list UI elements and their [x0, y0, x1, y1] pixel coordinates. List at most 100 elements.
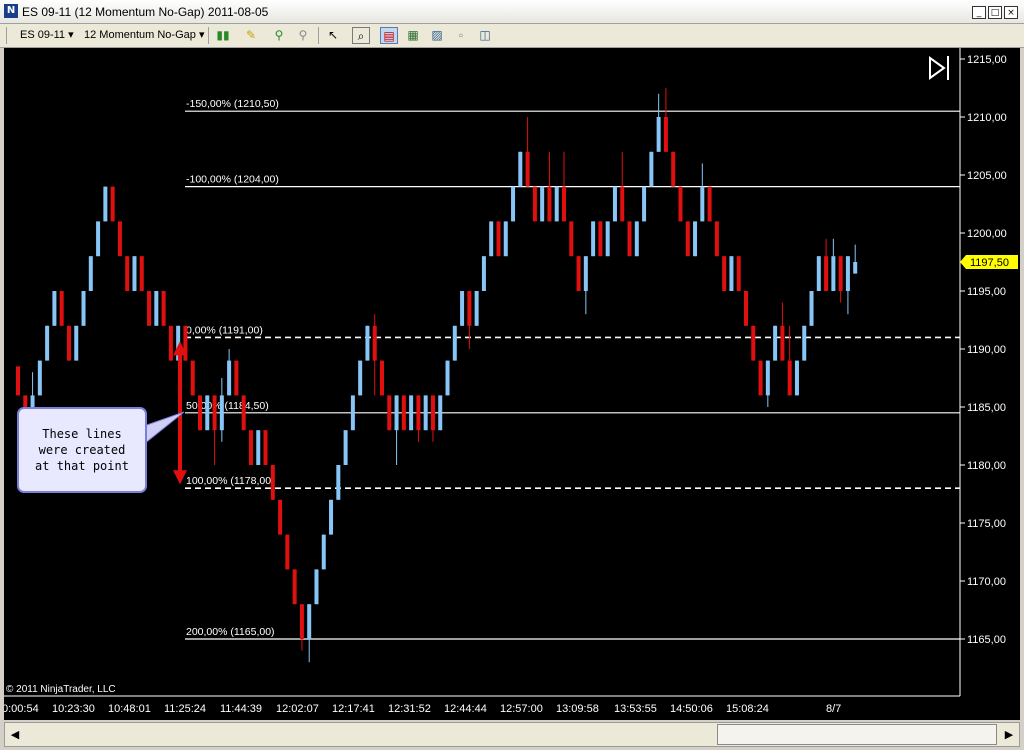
- candle[interactable]: [685, 221, 690, 257]
- candle[interactable]: [292, 569, 297, 605]
- candle[interactable]: [511, 186, 516, 222]
- candle[interactable]: [285, 534, 290, 570]
- candle[interactable]: [358, 360, 363, 396]
- horizontal-scrollbar[interactable]: ◀ ▶: [4, 722, 1020, 747]
- candle[interactable]: [824, 238, 829, 291]
- title-bar[interactable]: N ES 09-11 (12 Momentum No-Gap) 2011-08-…: [0, 0, 1024, 24]
- candle[interactable]: [198, 395, 202, 431]
- candle[interactable]: [234, 360, 239, 396]
- candle[interactable]: [802, 325, 807, 361]
- candle[interactable]: [751, 325, 756, 361]
- candle[interactable]: [212, 395, 217, 465]
- candle[interactable]: [714, 221, 719, 257]
- candle[interactable]: [45, 325, 50, 361]
- candle[interactable]: [853, 244, 858, 274]
- candle[interactable]: [307, 604, 312, 663]
- candle[interactable]: [656, 93, 661, 152]
- candle[interactable]: [365, 325, 370, 361]
- scroll-left-icon[interactable]: ◀: [5, 723, 25, 746]
- scrollbar-thumb[interactable]: [717, 724, 997, 745]
- candle[interactable]: [627, 221, 632, 257]
- candle[interactable]: [52, 291, 57, 326]
- candle[interactable]: [729, 256, 734, 291]
- candle[interactable]: [219, 378, 224, 442]
- candle[interactable]: [343, 430, 348, 465]
- candle[interactable]: [554, 186, 559, 222]
- candle[interactable]: [430, 395, 435, 442]
- candle[interactable]: [438, 395, 443, 431]
- candle[interactable]: [591, 221, 596, 257]
- candle[interactable]: [547, 151, 552, 222]
- candle[interactable]: [147, 291, 152, 326]
- candle[interactable]: [125, 256, 130, 291]
- candle[interactable]: [445, 360, 450, 396]
- candle[interactable]: [481, 256, 486, 291]
- chart-properties-icon[interactable]: ▨: [428, 27, 446, 44]
- candle[interactable]: [845, 256, 850, 315]
- layout-icon[interactable]: ◫: [476, 27, 494, 44]
- candle[interactable]: [816, 256, 821, 291]
- candle[interactable]: [649, 151, 654, 187]
- candle[interactable]: [562, 151, 566, 222]
- candle[interactable]: [758, 360, 763, 396]
- candle[interactable]: [350, 395, 355, 431]
- minimize-button[interactable]: _: [972, 6, 986, 19]
- candle[interactable]: [168, 325, 173, 361]
- pencil-icon[interactable]: ✎: [242, 27, 260, 44]
- candle[interactable]: [227, 349, 232, 396]
- candle[interactable]: [773, 325, 778, 361]
- candle[interactable]: [620, 151, 625, 222]
- candle[interactable]: [154, 291, 159, 326]
- candle[interactable]: [678, 186, 683, 222]
- candle[interactable]: [96, 221, 101, 257]
- candle[interactable]: [263, 430, 268, 465]
- candle[interactable]: [467, 291, 472, 349]
- candle[interactable]: [518, 151, 523, 187]
- candle[interactable]: [423, 395, 428, 431]
- candle[interactable]: [66, 325, 71, 361]
- candle[interactable]: [372, 314, 377, 396]
- app-icon[interactable]: N: [4, 4, 18, 18]
- candle[interactable]: [634, 221, 639, 257]
- interval-selector[interactable]: 12 Momentum No-Gap ▾: [84, 28, 204, 41]
- candle[interactable]: [642, 186, 647, 222]
- candle[interactable]: [765, 360, 770, 407]
- candle[interactable]: [336, 465, 341, 500]
- candle[interactable]: [722, 256, 727, 291]
- maximize-button[interactable]: □: [988, 6, 1002, 19]
- candle[interactable]: [110, 186, 115, 222]
- candle[interactable]: [532, 186, 537, 222]
- candle[interactable]: [794, 360, 799, 396]
- bar-style-icon[interactable]: ▮▮: [214, 27, 232, 44]
- candle[interactable]: [780, 302, 785, 361]
- candle[interactable]: [503, 221, 508, 257]
- candle[interactable]: [736, 256, 741, 291]
- add-indicator-icon[interactable]: ⚲: [270, 27, 288, 44]
- candle[interactable]: [103, 186, 108, 222]
- price-axis[interactable]: [960, 48, 1020, 696]
- price-chart[interactable]: -150,00% (1210,50) -100,00% (1204,00) 0,00…: [4, 48, 1020, 720]
- candle[interactable]: [569, 221, 574, 257]
- candle[interactable]: [598, 221, 603, 257]
- candle[interactable]: [16, 366, 20, 396]
- instrument-selector[interactable]: ES 09-11 ▾: [20, 28, 74, 41]
- candle[interactable]: [117, 221, 122, 257]
- candle[interactable]: [241, 395, 246, 431]
- candle[interactable]: [707, 186, 712, 222]
- candle[interactable]: [74, 325, 79, 361]
- candle[interactable]: [37, 360, 42, 396]
- candle[interactable]: [460, 291, 465, 326]
- chart-canvas[interactable]: -150,00% (1210,50) -100,00% (1204,00) 0,00…: [4, 48, 1020, 720]
- candle[interactable]: [270, 465, 275, 500]
- candle[interactable]: [700, 163, 705, 222]
- scroll-right-icon[interactable]: ▶: [999, 723, 1019, 746]
- candle[interactable]: [612, 186, 617, 222]
- candle[interactable]: [416, 395, 421, 442]
- candle[interactable]: [132, 256, 137, 291]
- candle[interactable]: [744, 291, 748, 326]
- candle[interactable]: [205, 395, 210, 431]
- candle[interactable]: [496, 221, 501, 257]
- snapshot-icon[interactable]: ▫: [452, 27, 470, 44]
- candle[interactable]: [809, 291, 814, 326]
- candle[interactable]: [161, 291, 166, 326]
